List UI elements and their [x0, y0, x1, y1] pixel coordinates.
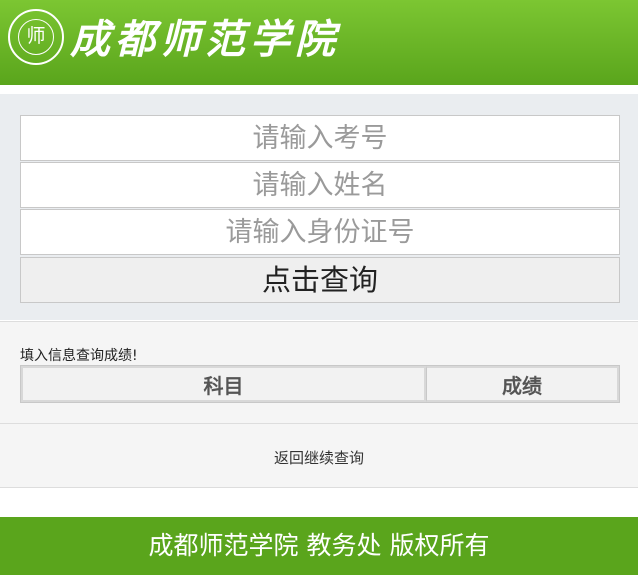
school-seal-logo: 师: [8, 9, 64, 65]
header-banner: 师 成都师范学院: [0, 0, 638, 85]
back-to-query-link[interactable]: 返回继续查询: [0, 447, 638, 468]
exam-number-input[interactable]: [20, 115, 620, 161]
column-header-subject: 科目: [21, 366, 426, 402]
query-form: 点击查询: [0, 94, 638, 320]
results-section: 填入信息查询成绩! 科目 成绩: [0, 321, 638, 424]
results-hint: 填入信息查询成绩!: [20, 348, 138, 364]
id-number-input[interactable]: [20, 209, 620, 255]
column-header-score: 成绩: [426, 366, 619, 402]
back-section: 返回继续查询: [0, 423, 638, 488]
seal-glyph: 师: [18, 19, 54, 55]
name-input[interactable]: [20, 162, 620, 208]
results-table: 科目 成绩: [20, 365, 620, 403]
school-name-logo: 成都师范学院: [70, 16, 340, 63]
query-button[interactable]: 点击查询: [20, 257, 620, 303]
footer-copyright: 成都师范学院 教务处 版权所有: [0, 517, 638, 575]
